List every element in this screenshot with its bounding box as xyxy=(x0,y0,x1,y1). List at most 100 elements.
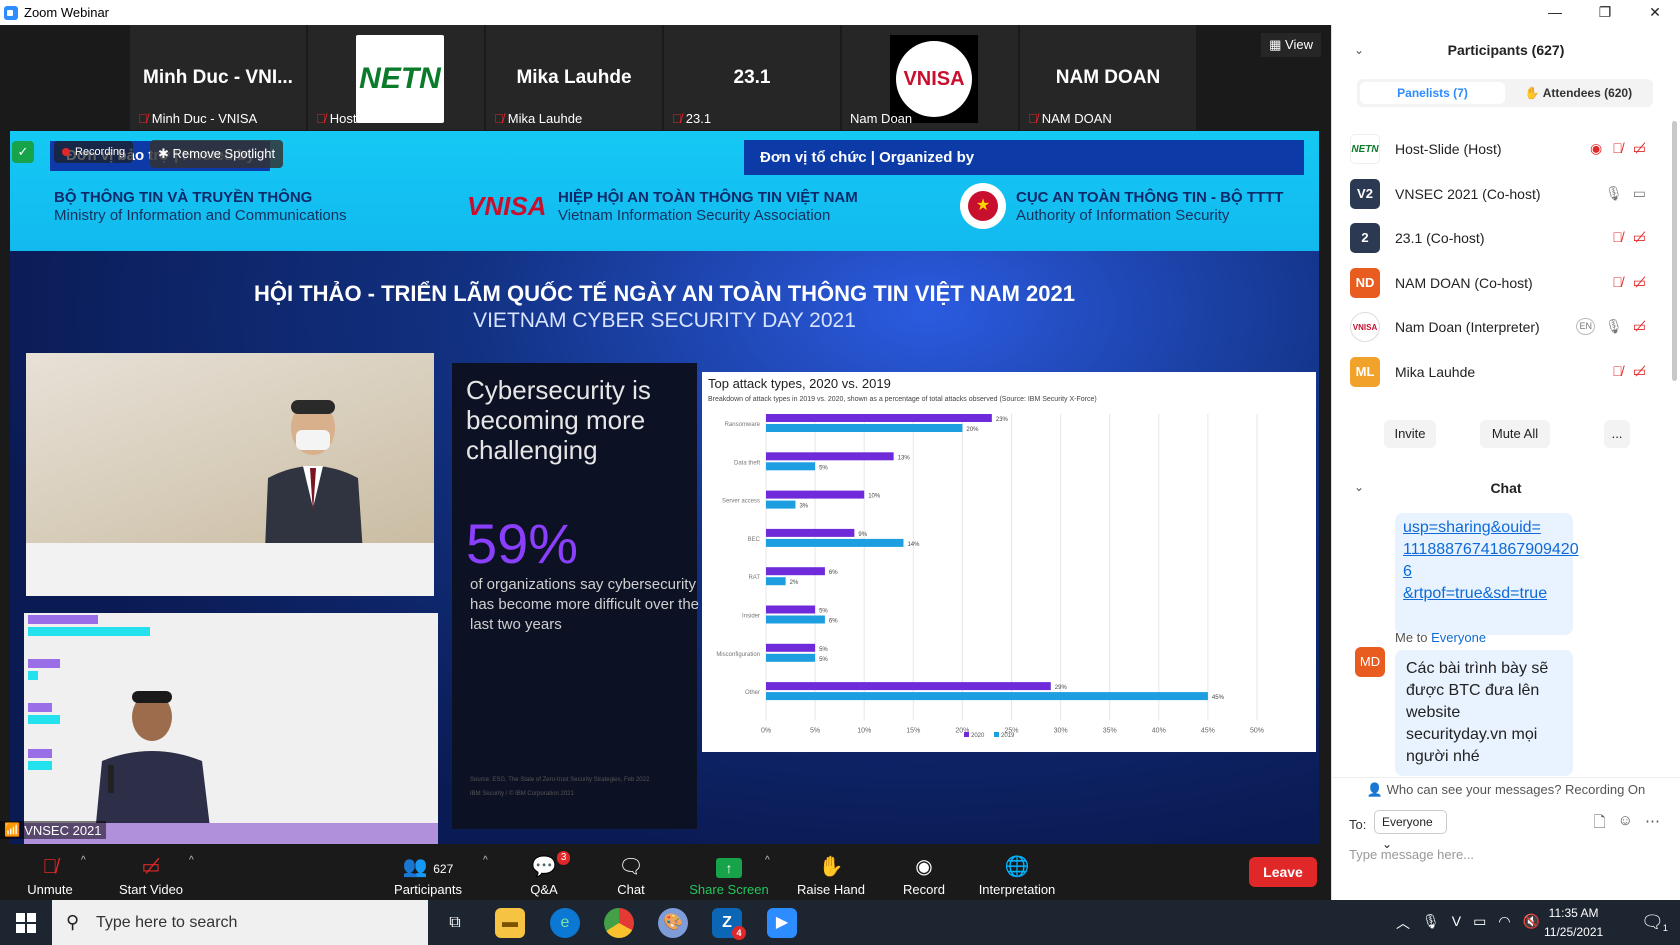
mic-muted-icon: 🎙̸ xyxy=(1028,111,1038,126)
unmute-button[interactable]: 🎙̸ Unmute xyxy=(24,845,76,900)
participant-row[interactable]: ML Mika Lauhde 🎙̸ ▭̸ xyxy=(1332,351,1662,396)
volume-muted-icon[interactable]: 🔇 xyxy=(1523,913,1540,933)
meeting-area: Minh Duc - VNI... 🎙̸ Minh Duc - VNISA NET… xyxy=(0,25,1331,845)
zoom-taskbar-icon[interactable]: ▶ xyxy=(767,908,797,938)
battery-icon[interactable]: ▭ xyxy=(1473,913,1486,933)
participants-label: Participants xyxy=(394,882,462,897)
mute-all-button[interactable]: Mute All xyxy=(1480,420,1550,448)
recording-label: Recording xyxy=(75,146,126,158)
chat-link-line[interactable]: 6 xyxy=(1403,561,1565,583)
participant-row[interactable]: ND NAM DOAN (Co-host) 🎙̸ ▭̸ xyxy=(1332,262,1662,307)
org1-en: Ministry of Information and Communicatio… xyxy=(54,207,347,224)
legend-label: 2019 xyxy=(1001,733,1015,739)
video-tile[interactable]: Mika Lauhde 🎙̸ Mika Lauhde xyxy=(486,25,662,130)
record-label: Record xyxy=(903,882,945,897)
video-tile[interactable]: VNISA Nam Doan xyxy=(842,25,1018,130)
participants-title: Participants (627) xyxy=(1447,42,1565,58)
chrome-icon[interactable] xyxy=(604,908,634,938)
record-button[interactable]: ◉ Record xyxy=(900,845,948,900)
chat-button[interactable]: 🗨 Chat xyxy=(615,845,647,900)
wifi-icon[interactable]: ◠ xyxy=(1498,913,1510,933)
tab-attendees[interactable]: ✋ Attendees (620) xyxy=(1507,82,1650,104)
file-icon[interactable]: 🗋 xyxy=(1594,812,1606,837)
participants-caret[interactable]: ^ xyxy=(483,855,488,866)
task-view-icon[interactable]: ⧉ xyxy=(440,908,470,938)
bar xyxy=(766,462,816,471)
participants-count: 627 xyxy=(433,862,454,876)
tile-label: 🎙̸ NAM DOAN xyxy=(1028,111,1112,126)
video-options-caret[interactable]: ^ xyxy=(189,855,194,866)
recipient-select[interactable]: Everyone ⌄ xyxy=(1374,810,1447,851)
recording-indicator[interactable]: Recording xyxy=(54,141,134,163)
notification-count: 1 xyxy=(1662,923,1668,933)
bg-bar xyxy=(28,761,52,770)
participant-row[interactable]: NETN Host-Slide (Host) ◉ 🎙̸ ▭̸ xyxy=(1332,128,1662,173)
close-window-button[interactable]: ✕ xyxy=(1630,0,1680,25)
minimize-button[interactable]: — xyxy=(1530,0,1580,25)
chat-link-line[interactable]: 11188876741867909420 xyxy=(1403,539,1579,561)
video-off-icon: ▭̸ xyxy=(1632,273,1646,290)
record-icon: ◉ xyxy=(915,856,933,878)
participant-row[interactable]: V2 VNSEC 2021 (Co-host) 🎙 ▭ xyxy=(1332,173,1662,218)
video-tile[interactable]: NAM DOAN 🎙̸ NAM DOAN xyxy=(1020,25,1196,130)
interpretation-button[interactable]: 🌐 Interpretation xyxy=(974,845,1060,900)
legend-swatch xyxy=(994,732,999,737)
clock[interactable]: 11:35 AM 11/25/2021 xyxy=(1544,904,1603,942)
restore-button[interactable]: ❐ xyxy=(1580,0,1630,25)
invite-button[interactable]: Invite xyxy=(1384,420,1436,448)
raise-hand-button[interactable]: ✋ Raise Hand xyxy=(797,845,865,900)
shared-screen: Đơn vị bảo trợ | Hosted by Đơn vị tổ chứ… xyxy=(10,131,1319,844)
file-explorer-icon[interactable]: ▬ xyxy=(495,908,525,938)
chevron-up-icon[interactable]: ︿ xyxy=(1396,913,1410,933)
video-tile[interactable]: NETN 🎙̸ Host-Slide xyxy=(308,25,484,130)
more-button[interactable]: ... xyxy=(1604,420,1630,448)
zalo-icon[interactable]: Z4 xyxy=(712,908,746,940)
view-button[interactable]: ▦ View xyxy=(1261,33,1321,57)
value-label: 6% xyxy=(829,619,838,625)
leave-button[interactable]: Leave xyxy=(1249,857,1317,887)
vpn-icon[interactable]: V xyxy=(1452,913,1461,933)
org1-vn: BỘ THÔNG TIN VÀ TRUYỀN THÔNG xyxy=(54,189,313,206)
value-label: 20% xyxy=(966,427,979,433)
notification-icon[interactable]: 🗨 1 xyxy=(1641,912,1668,933)
edge-icon[interactable]: e xyxy=(550,908,580,938)
tick-label: 40% xyxy=(1152,727,1166,734)
emoji-icon[interactable]: ☺ xyxy=(1618,812,1633,837)
participant-name: 23.1 (Co-host) xyxy=(1395,230,1485,246)
taskbar-search[interactable]: ⚲ Type here to search xyxy=(52,900,428,945)
bar xyxy=(766,452,894,461)
share-options-caret[interactable]: ^ xyxy=(765,855,770,866)
chat-link-line[interactable]: usp=sharing&ouid= xyxy=(1403,517,1565,539)
mic-tray-icon[interactable]: 🎙 xyxy=(1422,913,1440,933)
participants-scrollbar[interactable] xyxy=(1672,121,1677,381)
qa-button[interactable]: 💬 3 Q&A xyxy=(527,845,571,900)
video-tile[interactable]: 23.1 🎙̸ 23.1 xyxy=(664,25,840,130)
chat-link-line[interactable]: &rtpof=true&sd=true xyxy=(1403,583,1565,605)
paint-icon[interactable]: 🎨 xyxy=(658,908,688,938)
who-can-see-link[interactable]: 👤 Who can see your messages? Recording O… xyxy=(1332,777,1680,798)
qa-label: Q&A xyxy=(530,882,558,897)
interpretation-label: Interpretation xyxy=(978,882,1056,897)
participant-status: 🎙̸ ▭̸ xyxy=(1612,274,1646,291)
remove-spotlight-button[interactable]: ✱ Remove Spotlight xyxy=(150,140,284,168)
tile-name-big: Mika Lauhde xyxy=(516,67,632,88)
tab-panelists[interactable]: Panelists (7) xyxy=(1360,82,1505,104)
more-icon[interactable]: ⋯ xyxy=(1645,812,1660,837)
participant-row[interactable]: VNISA Nam Doan (Interpreter) EN 🎙 ▭̸ xyxy=(1332,306,1662,351)
raise-hand-label: Raise Hand xyxy=(797,882,865,897)
audio-options-caret[interactable]: ^ xyxy=(81,855,86,866)
participant-name: Host-Slide (Host) xyxy=(1395,141,1502,157)
org2: HIỆP HỘI AN TOÀN THÔNG TIN VIỆT NAM Vietn… xyxy=(558,189,858,225)
qa-icon: 💬 3 xyxy=(532,851,571,882)
video-tile[interactable]: Minh Duc - VNI... 🎙̸ Minh Duc - VNISA xyxy=(130,25,306,130)
windows-start-icon[interactable] xyxy=(16,913,36,933)
participants-button[interactable]: 👥 627 Participants xyxy=(390,845,466,900)
start-video-button[interactable]: ▭̸ Start Video xyxy=(116,845,186,900)
chat-input[interactable]: Type message here... xyxy=(1349,847,1474,862)
zoom-logo-icon xyxy=(4,5,18,20)
share-screen-button[interactable]: ↑ Share Screen xyxy=(689,845,769,900)
tab-attendees-label: Attendees (620) xyxy=(1542,86,1633,100)
participant-row[interactable]: 2 23.1 (Co-host) 🎙̸ ▭̸ xyxy=(1332,217,1662,262)
recipient-link[interactable]: Everyone xyxy=(1431,630,1486,645)
authority-seal-icon: ★ xyxy=(960,183,1006,229)
